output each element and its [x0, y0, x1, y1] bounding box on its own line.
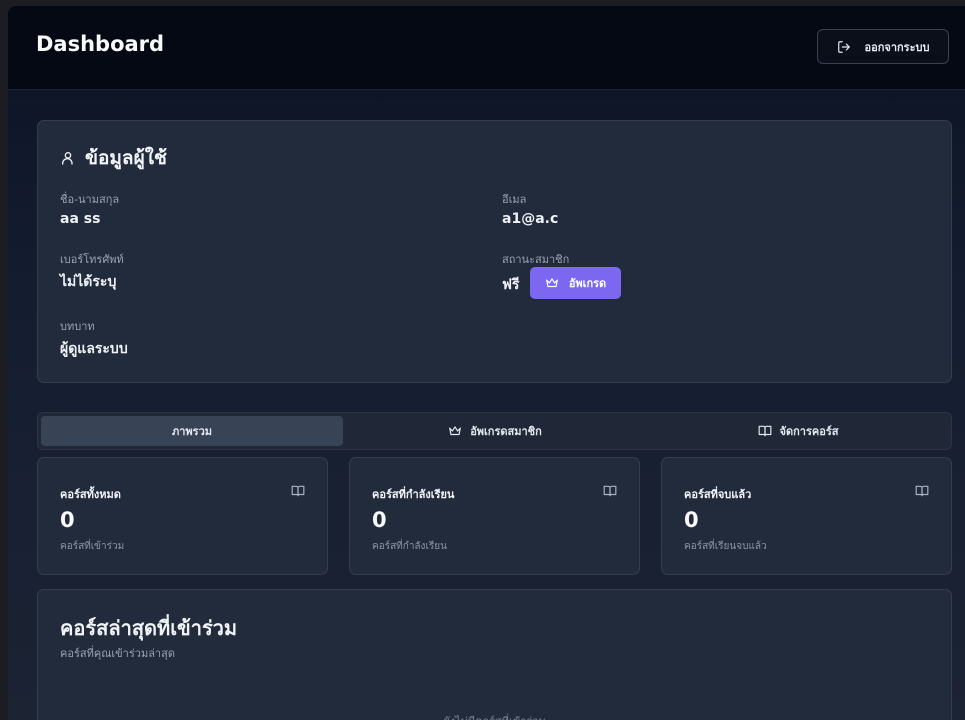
stat-card-completed: คอร์สที่จบแล้ว 0 คอร์สที่เรียนจบแล้ว	[661, 457, 952, 575]
page-title: Dashboard	[36, 32, 165, 56]
user-info-heading: ข้อมูลผู้ใช้	[60, 143, 167, 173]
recent-courses-subtitle: คอร์สที่คุณเข้าร่วมล่าสุด	[60, 647, 175, 660]
recent-courses-title: คอร์สล่าสุดที่เข้าร่วม	[60, 616, 238, 640]
stat-value: 0	[684, 508, 699, 532]
email-value: a1@a.c	[502, 211, 559, 227]
recent-courses-empty: ยังไม่มีคอร์สที่เข้าร่วม	[38, 712, 951, 720]
book-open-icon	[915, 485, 929, 497]
upgrade-label: อัพเกรด	[568, 277, 607, 290]
membership-label: สถานะสมาชิก	[502, 253, 570, 266]
app-window: Dashboard ออกจากระบบ ข้อมูลผู้ใช้ ชื่อ-น…	[8, 6, 965, 720]
book-open-icon	[758, 425, 771, 437]
stat-subtitle: คอร์สที่กำลังเรียน	[372, 541, 447, 552]
book-open-icon	[603, 485, 617, 497]
email-label: อีเมล	[502, 193, 527, 206]
tab-manage-courses-label: จัดการคอร์ส	[779, 425, 839, 438]
logout-label: ออกจากระบบ	[864, 40, 930, 54]
stat-subtitle: คอร์สที่เข้าร่วม	[60, 541, 125, 552]
logout-icon	[837, 40, 850, 53]
stat-title: คอร์สที่กำลังเรียน	[372, 488, 455, 501]
name-value: aa ss	[60, 211, 101, 227]
stat-title: คอร์สที่จบแล้ว	[684, 488, 752, 501]
tab-upgrade-membership-label: อัพเกรดสมาชิก	[470, 425, 542, 438]
name-label: ชื่อ-นามสกุล	[60, 193, 120, 206]
tab-upgrade-membership[interactable]: อัพเกรดสมาชิก	[344, 416, 646, 446]
user-icon	[62, 152, 73, 165]
tab-overview[interactable]: ภาพรวม	[41, 416, 343, 446]
logout-button[interactable]: ออกจากระบบ	[817, 29, 949, 64]
upgrade-button[interactable]: อัพเกรด	[530, 267, 621, 299]
stat-title: คอร์สทั้งหมด	[60, 488, 121, 501]
role-label: บทบาท	[60, 320, 95, 333]
phone-label: เบอร์โทรศัพท์	[60, 253, 124, 266]
book-open-icon	[291, 485, 305, 497]
stat-card-total-courses: คอร์สทั้งหมด 0 คอร์สที่เข้าร่วม	[37, 457, 328, 575]
role-value: ผู้ดูแลระบบ	[60, 341, 128, 357]
membership-value: ฟรี	[502, 277, 520, 293]
user-info-title: ข้อมูลผู้ใช้	[85, 147, 167, 169]
phone-value: ไม่ได้ระบุ	[60, 274, 117, 290]
tab-overview-label: ภาพรวม	[171, 425, 212, 438]
tab-manage-courses[interactable]: จัดการคอร์ส	[647, 416, 949, 446]
stat-subtitle: คอร์สที่เรียนจบแล้ว	[684, 541, 767, 552]
crown-icon	[449, 426, 462, 436]
stat-value: 0	[60, 508, 75, 532]
stat-value: 0	[372, 508, 387, 532]
recent-courses-card: คอร์สล่าสุดที่เข้าร่วม คอร์สที่คุณเข้าร่…	[37, 589, 952, 720]
top-bar: Dashboard ออกจากระบบ	[8, 6, 965, 90]
user-info-card: ข้อมูลผู้ใช้ ชื่อ-นามสกุล aa ss อีเมล a1…	[37, 120, 952, 383]
stat-card-in-progress: คอร์สที่กำลังเรียน 0 คอร์สที่กำลังเรียน	[349, 457, 640, 575]
crown-icon	[545, 278, 558, 288]
dashboard-tabs: ภาพรวม อัพเกรดสมาชิก จัดการคอร์ส	[37, 412, 952, 450]
